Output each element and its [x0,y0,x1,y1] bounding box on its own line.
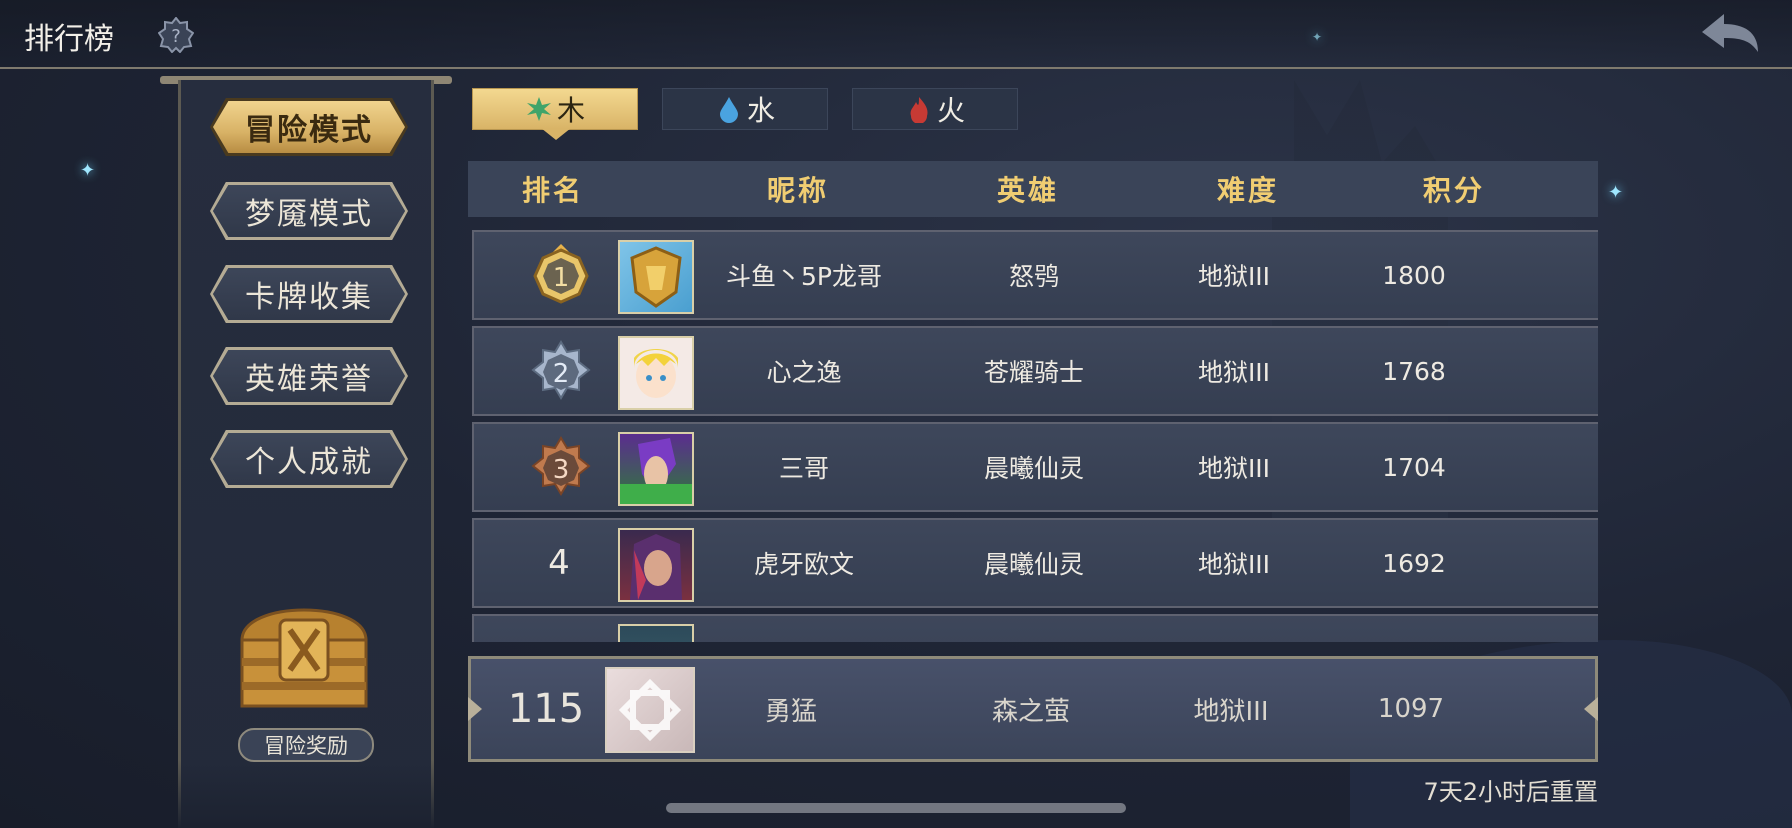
svg-text:1: 1 [553,263,570,293]
mode-button-label: 卡牌收集 [245,280,373,315]
my-nickname: 勇猛 [764,696,817,727]
nickname-cell: 心之逸 [766,358,842,387]
mode-button-nightmare[interactable]: 梦魇模式 [210,182,408,240]
page-title: 排行榜 [24,22,114,57]
table-row[interactable] [472,614,1598,642]
back-arrow-icon[interactable] [1698,10,1762,58]
score-cell: 1800 [1382,260,1446,290]
tab-wood[interactable]: 木 [472,88,638,130]
score-cell: 1704 [1382,452,1446,482]
svg-text:3: 3 [553,455,570,485]
star-decoration: ✦ [80,160,96,181]
difficulty-cell: 地狱III [1197,550,1271,579]
my-rank-row: 115 勇猛 森之萤 地狱III 1097 [468,656,1598,762]
player-avatar [618,336,694,410]
player-avatar [618,624,694,642]
tab-fire[interactable]: 火 [852,88,1018,130]
treasure-chest-icon[interactable] [232,590,376,718]
tab-label: 木 [556,94,585,127]
my-difficulty: 地狱III [1193,696,1269,727]
active-tab-pointer [541,128,571,140]
score-cell: 1768 [1382,356,1446,386]
mode-button-adventure[interactable]: 冒险模式 [210,98,408,156]
rank-silver-badge-icon: 2 [529,338,593,404]
mode-button-achievements[interactable]: 个人成就 [210,430,408,488]
leaf-icon [526,97,551,121]
mode-button-card-collection[interactable]: 卡牌收集 [210,265,408,323]
water-drop-icon [719,97,738,123]
sidebar-banner-tail [178,760,434,828]
header-difficulty: 难度 [1216,174,1279,207]
header-hero: 英雄 [996,174,1059,207]
nickname-cell: 斗鱼丶5P龙哥 [726,262,882,291]
hero-cell: 晨曦仙灵 [983,454,1084,483]
my-rank-number: 115 [507,686,585,732]
table-row[interactable]: 4 虎牙欧文 晨曦仙灵 地狱III 1692 [472,518,1598,608]
header-rank: 排名 [521,174,584,207]
adventure-reward-button[interactable]: 冒险奖励 [238,728,374,762]
top-bar: 排行榜 ? [0,0,1792,69]
table-row[interactable]: 1 斗鱼丶5P龙哥 怒鸮 地狱III 1800 [472,230,1598,320]
mode-button-label: 英雄荣誉 [245,362,373,397]
help-question-icon[interactable]: ? [157,16,195,54]
leaderboard-list[interactable]: 1 斗鱼丶5P龙哥 怒鸮 地狱III 1800 2 心之逸 苍耀骑士 地狱III… [468,226,1598,642]
player-avatar [618,240,694,314]
nickname-cell: 三哥 [778,454,829,483]
table-row[interactable]: 2 心之逸 苍耀骑士 地狱III 1768 [472,326,1598,416]
tab-label: 水 [746,94,775,127]
header-score: 积分 [1422,174,1485,207]
header-nickname: 昵称 [766,174,829,207]
rank-number: 4 [548,543,570,583]
rank-bronze-badge-icon: 3 [529,434,593,500]
mode-button-label: 个人成就 [245,445,373,480]
hero-cell: 苍耀骑士 [983,358,1084,387]
player-avatar [618,432,694,506]
difficulty-cell: 地狱III [1197,262,1271,291]
difficulty-cell: 地狱III [1197,454,1271,483]
svg-text:?: ? [171,26,181,47]
tab-label: 火 [936,94,965,127]
mode-button-label: 冒险模式 [245,113,373,148]
score-cell: 1692 [1382,548,1446,578]
player-avatar [618,528,694,602]
mode-button-hero-honor[interactable]: 英雄荣誉 [210,347,408,405]
leaderboard-header: 排名 昵称 英雄 难度 积分 [468,161,1598,217]
nickname-cell: 虎牙欧文 [753,550,854,579]
my-score: 1097 [1377,694,1445,724]
home-indicator[interactable] [666,803,1126,813]
hero-cell: 晨曦仙灵 [983,550,1084,579]
rank-gold-badge-icon: 1 [529,242,593,308]
star-decoration: ✦ [1608,182,1624,203]
my-hero: 森之萤 [991,696,1070,727]
reset-countdown: 7天2小时后重置 [1423,778,1598,806]
mode-button-label: 梦魇模式 [245,197,373,232]
svg-text:2: 2 [553,359,570,389]
tab-water[interactable]: 水 [662,88,828,130]
difficulty-cell: 地狱III [1197,358,1271,387]
table-row[interactable]: 3 三哥 晨曦仙灵 地狱III 1704 [472,422,1598,512]
hero-cell: 怒鸮 [1008,262,1059,291]
flame-icon [910,97,928,123]
